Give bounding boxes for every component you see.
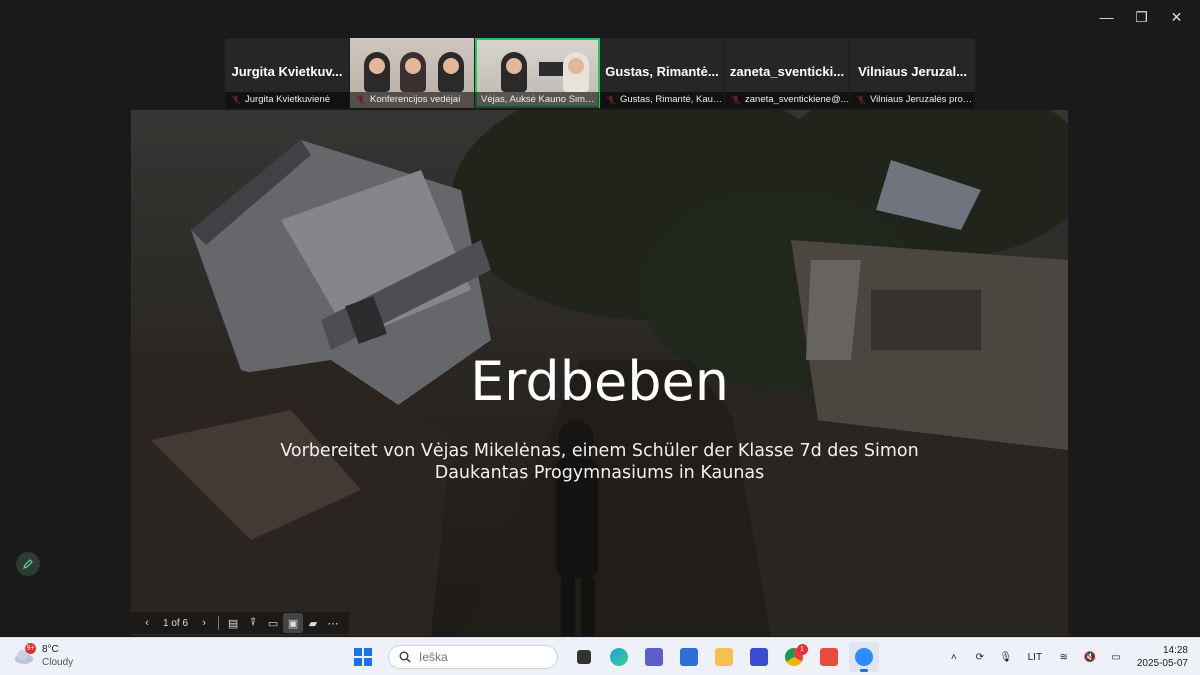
cloud-icon: 9+ [12,643,36,668]
windows-logo-icon [353,648,372,666]
slide-page-indicator: 1 of 6 [163,617,189,629]
teams-icon[interactable] [639,642,669,672]
participant-tile[interactable]: Konferencijos vedėjai [350,38,475,108]
participants-strip: Jurgita Kvietkuv... Jurgita Kvietkuvienė… [225,38,975,108]
subtitles-icon[interactable]: ▰ [303,613,323,633]
shared-slide: Erdbeben Vorbereitet von Vėjas Mikelėnas… [131,110,1068,636]
prev-slide-button[interactable]: ‹ [137,613,157,633]
clock[interactable]: 14:28 2025-05-07 [1137,644,1188,670]
pen-icon[interactable]: ⍒ [243,613,263,633]
slide-subtitle: Vorbereitet von Vėjas Mikelėnas, einem S… [280,441,919,483]
volume-muted-icon[interactable]: 🔇 [1078,645,1102,669]
close-button[interactable]: ✕ [1159,6,1194,28]
file-explorer-icon[interactable] [709,642,739,672]
notification-badge: 1 [796,644,808,655]
participant-caption: Gustas, Rimantė, Kaun... [600,92,724,108]
presenter-view-icon[interactable]: ▭ [263,613,283,633]
next-slide-button[interactable]: › [194,613,214,633]
participant-video [438,52,464,92]
chevron-up-icon[interactable]: ˄ [942,645,966,669]
taskbar-apps: 1 [345,642,881,672]
language-indicator[interactable]: LIT [1020,645,1050,669]
minimize-button[interactable]: — [1089,6,1124,28]
participant-tile[interactable]: zaneta_sventicki... zaneta_sventickiene@… [725,38,850,108]
participant-caption: Konferencijos vedėjai [350,92,474,108]
slide-title: Erdbeben [470,350,729,413]
slide-toolbar: ‹ 1 of 6 › ▤ ⍒ ▭ ▣ ▰ ⋯ [131,612,350,634]
weather-widget[interactable]: 9+ 8°C Cloudy [12,643,73,669]
weather-condition: Cloudy [42,657,74,668]
edge-icon[interactable] [604,642,634,672]
participant-name: Vilniaus Jeruzal... [858,64,967,79]
pencil-icon [23,559,33,569]
participant-name: Gustas, Rimantė... [605,64,719,79]
notification-badge: 9+ [25,643,36,654]
search-input[interactable] [419,650,539,664]
divider [218,616,220,630]
participant-caption: Jurgita Kvietkuvienė [225,92,349,108]
participant-caption: Vėjas, Auksė Kauno Simon... [475,92,599,108]
app-window: — ❐ ✕ Jurgita Kvietkuv... Jurgita Kvietk… [0,0,1200,675]
slides-grid-icon[interactable]: ▤ [223,613,243,633]
clock-time: 14:28 [1162,645,1188,656]
participant-name: zaneta_sventicki... [729,64,845,79]
annotate-pen-button[interactable] [16,552,40,576]
microphone-icon[interactable]: 🎙 [994,645,1018,669]
more-options-icon[interactable]: ⋯ [323,613,343,633]
zoom-icon[interactable] [848,642,879,672]
participant-tile[interactable]: Vilniaus Jeruzal... Vilniaus Jeruzalės p… [850,38,975,108]
battery-icon[interactable]: ▭ [1104,645,1128,669]
participant-tile-active-speaker[interactable]: Vėjas, Auksė Kauno Simon... [475,38,600,108]
wifi-icon[interactable]: ≋ [1052,645,1076,669]
participant-caption: zaneta_sventickiene@... [725,92,849,108]
clock-date: 2025-05-07 [1136,658,1188,669]
taskbar-search[interactable] [388,645,558,669]
system-tray: ˄ ⟳ 🎙 LIT ≋ 🔇 ▭ 14:28 2025-05-07 [941,642,1188,672]
participant-tile[interactable]: Jurgita Kvietkuv... Jurgita Kvietkuvienė [225,38,350,108]
start-button[interactable] [348,642,378,672]
store-icon[interactable] [674,642,704,672]
participant-video [563,52,589,92]
camera-icon[interactable]: ▣ [283,613,304,633]
task-view-icon[interactable] [569,642,599,672]
chrome-icon[interactable]: 1 [779,642,809,672]
sync-icon[interactable]: ⟳ [968,645,992,669]
window-controls: — ❐ ✕ [1089,6,1194,28]
search-icon [399,651,411,663]
weather-temp: 8°C [42,644,59,655]
participant-video [501,52,527,92]
restore-button[interactable]: ❐ [1124,6,1159,28]
windows-taskbar: 9+ 8°C Cloudy 1 ˄ [0,637,1200,675]
participant-name: Jurgita Kvietkuv... [231,64,343,79]
participant-tile[interactable]: Gustas, Rimantė... Gustas, Rimantė, Kaun… [600,38,725,108]
whiteboard-icon[interactable] [744,642,774,672]
participant-caption: Vilniaus Jeruzalės prog... [850,92,975,108]
participant-video [364,52,390,92]
participant-video [400,52,426,92]
wps-office-icon[interactable] [814,642,844,672]
